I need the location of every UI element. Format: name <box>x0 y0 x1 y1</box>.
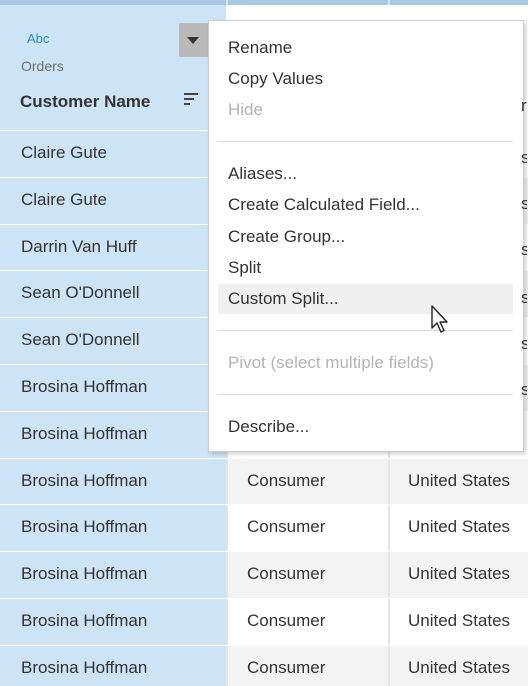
table-row-peek: s <box>521 288 527 307</box>
cell-country[interactable]: United States <box>390 599 528 645</box>
cell-customer-name[interactable]: Sean O'Donnell <box>0 318 226 364</box>
table-row[interactable]: Brosina Hoffman Consumer United States <box>0 551 528 598</box>
table-row-peek: s <box>521 240 527 259</box>
menu-item-split[interactable]: Split <box>228 258 261 278</box>
cell-country[interactable]: United States <box>390 459 528 505</box>
data-type-badge[interactable]: Abc <box>27 31 49 46</box>
table-row-peek: s <box>521 334 527 353</box>
sort-icon[interactable] <box>184 93 200 107</box>
column-title[interactable]: Customer Name <box>20 92 150 112</box>
cell-customer-name[interactable]: Claire Gute <box>0 178 226 224</box>
menu-item-describe[interactable]: Describe... <box>228 417 309 437</box>
menu-item-create-group[interactable]: Create Group... <box>228 227 345 247</box>
menu-item-aliases[interactable]: Aliases... <box>228 164 297 184</box>
cell-customer-name[interactable]: Brosina Hoffman <box>0 459 226 505</box>
cell-segment[interactable]: Consumer <box>228 552 388 598</box>
cell-segment[interactable]: Consumer <box>228 646 388 686</box>
table-row-peek: s <box>521 148 527 167</box>
cell-segment[interactable]: Consumer <box>228 599 388 645</box>
cell-customer-name[interactable]: Sean O'Donnell <box>0 271 226 317</box>
chevron-down-icon[interactable] <box>179 23 209 57</box>
table-row-peek: s <box>521 194 527 213</box>
data-source-label: Orders <box>21 58 64 74</box>
menu-item-hide: Hide <box>228 100 263 119</box>
table-row[interactable]: Brosina Hoffman Consumer United States <box>0 504 528 551</box>
mouse-pointer-icon <box>431 305 448 333</box>
menu-item-rename[interactable]: Rename <box>228 38 292 58</box>
menu-divider <box>218 394 513 395</box>
table-row[interactable]: Brosina Hoffman Consumer United States <box>0 645 528 686</box>
context-menu: ri s s s s s s Rename Copy Values Hide A… <box>208 20 527 452</box>
table-row[interactable]: Brosina Hoffman Consumer United States <box>0 598 528 645</box>
menu-item-create-calculated-field[interactable]: Create Calculated Field... <box>228 195 420 215</box>
table-row-peek: ri <box>521 96 527 115</box>
cell-customer-name[interactable]: Claire Gute <box>0 131 226 177</box>
menu-divider <box>218 330 513 331</box>
menu-divider <box>218 141 513 142</box>
cell-customer-name[interactable]: Darrin Van Huff <box>0 225 226 271</box>
cell-customer-name[interactable]: Brosina Hoffman <box>0 505 226 551</box>
cell-country[interactable]: United States <box>390 505 528 551</box>
cell-segment[interactable]: Consumer <box>228 459 388 505</box>
table-row[interactable]: Brosina Hoffman Consumer United States <box>0 458 528 505</box>
cell-customer-name[interactable]: Brosina Hoffman <box>0 552 226 598</box>
cell-customer-name[interactable]: Brosina Hoffman <box>0 412 226 458</box>
menu-item-pivot: Pivot (select multiple fields) <box>228 353 434 372</box>
menu-item-custom-split[interactable]: Custom Split... <box>228 289 339 309</box>
cell-country[interactable]: United States <box>390 646 528 686</box>
cell-segment[interactable]: Consumer <box>228 505 388 551</box>
cell-customer-name[interactable]: Brosina Hoffman <box>0 646 226 686</box>
menu-item-copy-values[interactable]: Copy Values <box>228 69 323 89</box>
cell-customer-name[interactable]: Brosina Hoffman <box>0 365 226 411</box>
cell-customer-name[interactable]: Brosina Hoffman <box>0 599 226 645</box>
cell-country[interactable]: United States <box>390 552 528 598</box>
table-row-peek: s <box>521 380 527 399</box>
